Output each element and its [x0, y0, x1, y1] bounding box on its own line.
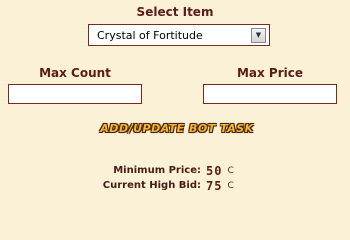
minimum-price-value: 50 [206, 163, 223, 178]
max-count-input[interactable] [8, 84, 142, 104]
current-high-bid-value: 75 [206, 178, 223, 193]
item-select-value: Crystal of Fortitude [97, 28, 203, 42]
select-item-heading: Select Item [136, 5, 214, 19]
item-select[interactable]: Crystal of Fortitude ▼ [88, 24, 270, 46]
max-price-heading: Max Price [236, 66, 304, 80]
current-high-bid-unit: C [227, 180, 234, 191]
current-high-bid-label: Current High Bid: [102, 180, 201, 191]
max-price-input[interactable] [203, 84, 337, 104]
minimum-price-label: Minimum Price: [113, 165, 201, 176]
add-update-bot-task-button[interactable]: ADD/UPDATE BOT TASK [93, 119, 261, 137]
minimum-price-row: Minimum Price: 50 C [0, 163, 350, 178]
max-count-heading: Max Count [39, 66, 111, 80]
current-high-bid-row: Current High Bid: 75 C [0, 178, 350, 193]
minimum-price-unit: C [227, 165, 234, 176]
chevron-down-icon[interactable]: ▼ [251, 27, 266, 43]
